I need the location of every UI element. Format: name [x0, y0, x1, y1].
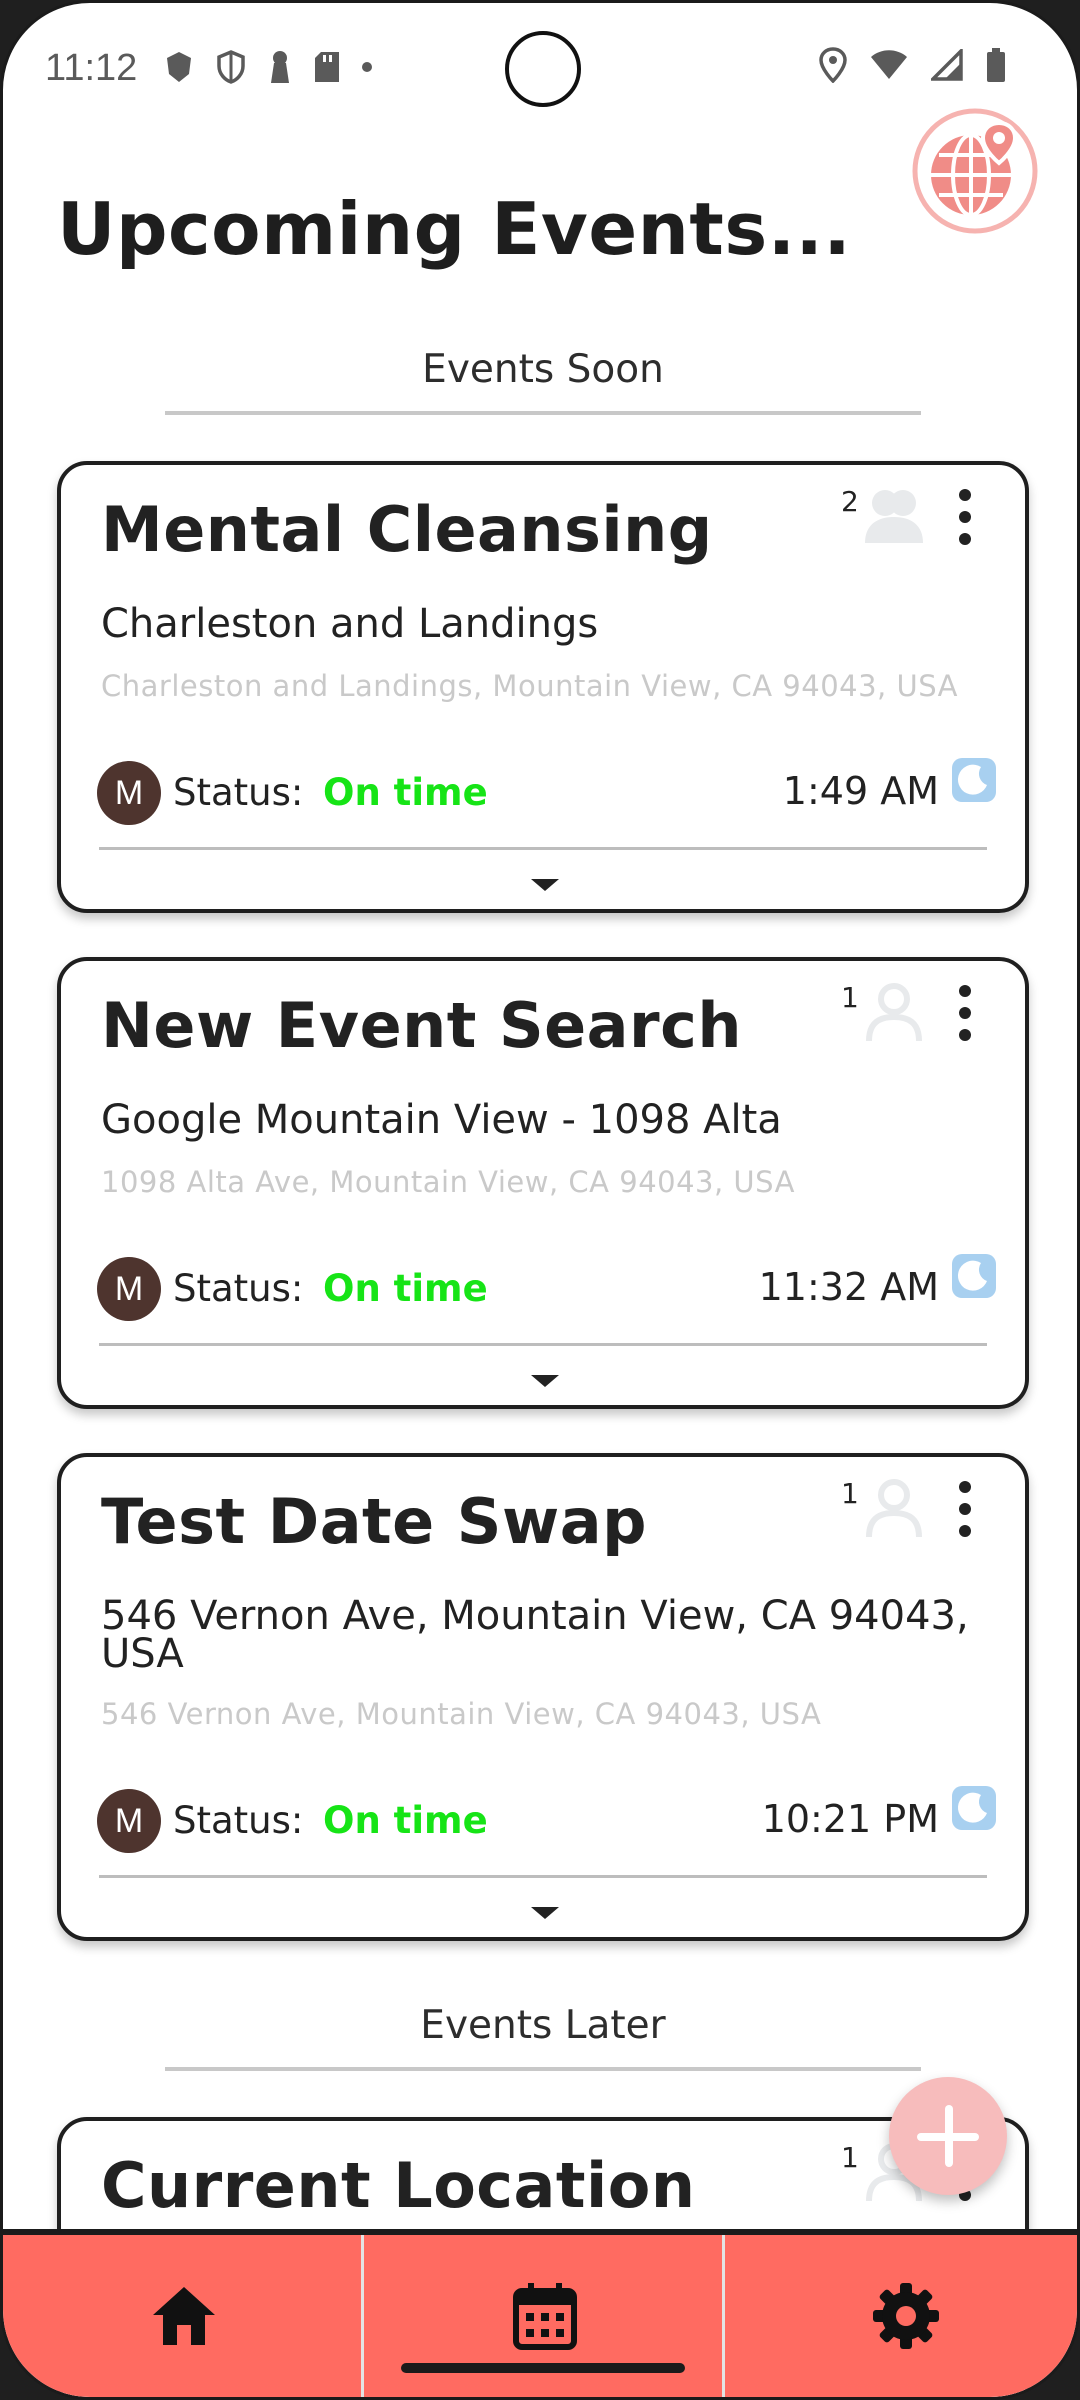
sd-card-icon — [315, 52, 339, 82]
section-header-events-soon: Events Soon — [422, 347, 664, 392]
status-label: Status: — [173, 1267, 304, 1310]
battery-icon — [987, 48, 1005, 82]
status-label: Status: — [173, 771, 304, 814]
card-divider — [99, 1875, 987, 1878]
event-address: Charleston and Landings, Mountain View, … — [101, 669, 959, 703]
more-options-icon[interactable] — [951, 489, 979, 545]
bottom-navigation — [3, 2229, 1077, 2397]
home-icon — [153, 2287, 215, 2345]
app-screen: 11:12 Upcoming Events... Events Soon Men… — [0, 0, 1080, 2400]
more-options-icon[interactable] — [951, 1481, 979, 1537]
section-divider — [165, 411, 921, 415]
location-pin-icon — [819, 47, 847, 83]
event-time: 1:49 AM — [782, 769, 939, 813]
attendee-count: 1 — [841, 2141, 859, 2174]
status-row: M Status: On time 11:32 AM — [97, 1254, 997, 1321]
expand-caret-icon[interactable] — [531, 879, 559, 891]
status-row: M Status: On time 1:49 AM — [97, 758, 997, 825]
page-title: Upcoming Events... — [57, 187, 852, 271]
event-place: 546 Vernon Ave, Mountain View, CA 94043,… — [101, 1593, 969, 1677]
shield-blocker-icon — [167, 52, 191, 82]
moon-clock-icon — [952, 1254, 996, 1298]
person-icon — [866, 1479, 922, 1538]
event-title: Mental Cleansing — [101, 493, 713, 566]
avatar[interactable]: M — [97, 761, 161, 825]
add-event-button[interactable] — [889, 2077, 1007, 2195]
calendar-icon — [513, 2283, 577, 2350]
nav-home[interactable] — [3, 2235, 361, 2397]
avatar[interactable]: M — [97, 1257, 161, 1321]
moon-clock-icon — [952, 758, 996, 802]
attendee-count: 2 — [841, 485, 859, 518]
keyhole-icon — [271, 51, 289, 83]
attendee-count: 1 — [841, 981, 859, 1014]
status-row: M Status: On time 10:21 PM — [97, 1786, 997, 1853]
event-card[interactable]: Test Date Swap 1 546 Vernon Ave, Mountai… — [57, 1453, 1029, 1941]
status-notification-icons — [163, 49, 373, 85]
status-label: Status: — [173, 1799, 304, 1842]
attendee-count: 1 — [841, 1477, 859, 1510]
event-title: Test Date Swap — [101, 1485, 647, 1558]
event-address: 1098 Alta Ave, Mountain View, CA 94043, … — [101, 1165, 795, 1199]
person-icon — [866, 983, 922, 1042]
signal-icon — [931, 49, 963, 81]
event-title: New Event Search — [101, 989, 742, 1062]
nav-settings[interactable] — [725, 2235, 1077, 2397]
avatar[interactable]: M — [97, 1789, 161, 1853]
expand-caret-icon[interactable] — [531, 1907, 559, 1919]
section-divider — [165, 2067, 921, 2071]
more-options-icon[interactable] — [951, 985, 979, 1041]
nav-calendar[interactable] — [364, 2235, 722, 2397]
event-title: Current Location — [101, 2149, 696, 2222]
dot-icon — [362, 62, 372, 72]
camera-cutout — [505, 31, 581, 107]
event-place: Google Mountain View - 1098 Alta — [101, 1097, 782, 1143]
section-header-events-later: Events Later — [420, 2003, 666, 2048]
event-address: 546 Vernon Ave, Mountain View, CA 94043,… — [101, 1697, 822, 1731]
status-time: 11:12 — [45, 47, 138, 89]
status-badge: On time — [323, 1267, 488, 1310]
event-card[interactable]: New Event Search 1 Google Mountain View … — [57, 957, 1029, 1409]
settings-gear-icon — [873, 2283, 939, 2349]
status-system-icons — [819, 47, 1007, 83]
event-time: 11:32 AM — [758, 1265, 939, 1309]
home-indicator[interactable] — [401, 2363, 685, 2373]
event-card[interactable]: Mental Cleansing 2 Charleston and Landin… — [57, 461, 1029, 913]
card-divider — [99, 1343, 987, 1346]
event-place: Charleston and Landings — [101, 601, 599, 647]
moon-clock-icon — [952, 1786, 996, 1830]
status-badge: On time — [323, 1799, 488, 1842]
expand-caret-icon[interactable] — [531, 1375, 559, 1387]
shield-outline-icon — [217, 50, 245, 84]
wifi-icon — [871, 50, 907, 79]
event-time: 10:21 PM — [761, 1797, 939, 1841]
status-badge: On time — [323, 771, 488, 814]
globe-location-icon[interactable] — [911, 107, 1039, 235]
card-divider — [99, 847, 987, 850]
group-icon — [865, 490, 923, 543]
